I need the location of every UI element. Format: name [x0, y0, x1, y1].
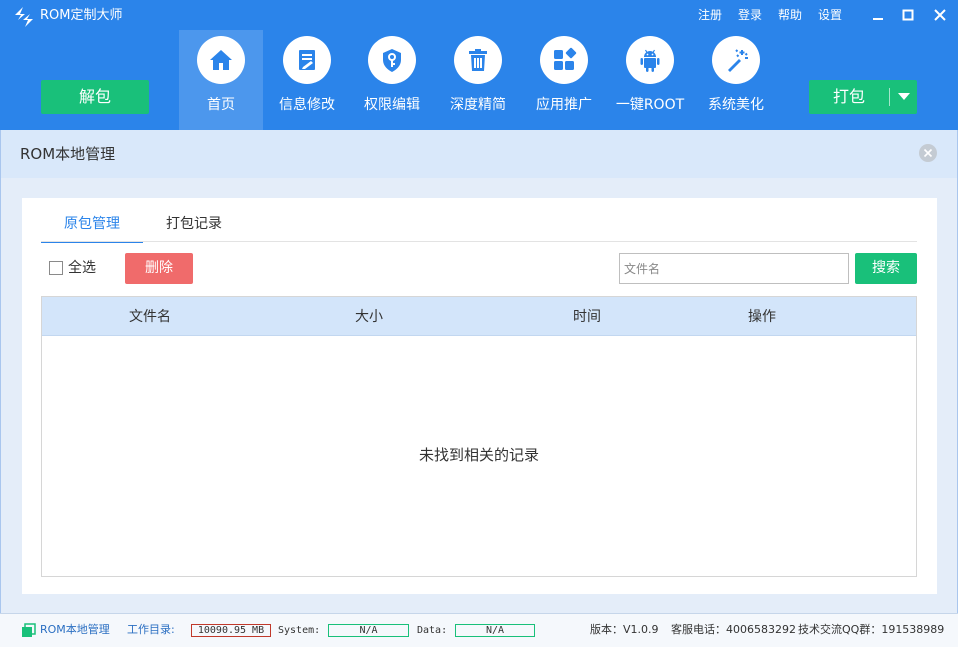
table-header: 文件名 大小 时间 操作 [42, 297, 916, 336]
magic-wand-icon [712, 36, 760, 84]
settings-link[interactable]: 设置 [818, 6, 842, 24]
section-title: ROM本地管理 [20, 145, 116, 163]
status-system-value: N/A [328, 624, 409, 637]
nav-permission-edit-label: 权限编辑 [364, 97, 420, 113]
minimize-icon [873, 18, 883, 20]
nav-deep-slim[interactable]: 深度精简 [436, 30, 520, 130]
unpack-button[interactable]: 解包 [41, 80, 149, 114]
search-input[interactable] [619, 253, 849, 284]
status-workdir-label: 工作目录: [127, 623, 175, 636]
status-version: 版本：V1.0.9 [590, 623, 659, 636]
app-title: ROM定制大师 [40, 8, 123, 23]
pack-button-label: 打包 [832, 87, 865, 106]
caret-down-icon [897, 93, 910, 100]
login-link[interactable]: 登录 [738, 6, 762, 24]
minimize-button[interactable] [868, 5, 888, 25]
nav-app-promo-label: 应用推广 [536, 97, 592, 113]
status-bar: ROM本地管理 工作目录: 10090.95 MB System: N/A Da… [0, 613, 958, 647]
column-header-size: 大小 [355, 309, 383, 325]
nav-permission-edit[interactable]: 权限编辑 [350, 30, 434, 130]
shield-key-icon [368, 36, 416, 84]
nav-one-click-root[interactable]: 一键ROOT [608, 30, 692, 130]
rom-master-logo [15, 7, 33, 27]
nav-app-promo[interactable]: 应用推广 [522, 30, 606, 130]
delete-button[interactable]: 删除 [125, 253, 193, 284]
status-service-phone: 客服电话：4006583292 [671, 623, 796, 636]
document-edit-icon [283, 36, 331, 84]
help-link[interactable]: 帮助 [778, 6, 802, 24]
trash-icon [454, 36, 502, 84]
register-link[interactable]: 注册 [698, 6, 722, 24]
nav-system-beautify-label: 系统美化 [708, 97, 764, 113]
nav-info-edit[interactable]: 信息修改 [265, 30, 349, 130]
search-button[interactable]: 搜索 [855, 253, 917, 284]
status-qq-group: 技术交流QQ群：191538989 [798, 623, 945, 636]
nav-deep-slim-label: 深度精简 [450, 97, 506, 113]
column-header-filename: 文件名 [129, 309, 171, 325]
nav-system-beautify[interactable]: 系统美化 [694, 30, 778, 130]
top-menu: 注册 登录 帮助 设置 [698, 6, 858, 24]
section-header: ROM本地管理 [0, 130, 958, 178]
column-header-actions: 操作 [748, 309, 776, 325]
nav-home[interactable]: 首页 [179, 30, 263, 130]
status-system-label: System: [278, 625, 321, 636]
file-table: 文件名 大小 时间 操作 未找到相关的记录 [41, 296, 917, 577]
status-rom-local-link[interactable]: ROM本地管理 [40, 623, 110, 637]
close-icon [934, 9, 946, 21]
maximize-button[interactable] [898, 5, 918, 25]
select-all-checkbox[interactable] [49, 261, 63, 275]
tab-pack-records[interactable]: 打包记录 [143, 214, 245, 242]
column-header-time: 时间 [573, 309, 601, 325]
pack-dropdown-toggle[interactable] [890, 80, 917, 114]
home-icon [197, 36, 245, 84]
empty-state-message: 未找到相关的记录 [418, 446, 539, 464]
main-panel: 原包管理 打包记录 全选 删除 搜索 文件名 大小 时间 操作 未找到相关的记录 [22, 198, 937, 594]
maximize-icon [902, 9, 914, 21]
select-all-label: 全选 [68, 260, 96, 276]
nav-home-label: 首页 [207, 97, 235, 113]
nav-one-click-root-label: 一键ROOT [615, 97, 685, 113]
pack-button[interactable]: 打包 [809, 80, 917, 114]
section-close-button[interactable] [919, 144, 937, 162]
status-data-label: Data: [417, 625, 448, 636]
apps-grid-icon [540, 36, 588, 84]
rom-package-icon [22, 623, 36, 637]
android-icon [626, 36, 674, 84]
tab-original-packages[interactable]: 原包管理 [41, 214, 143, 243]
nav-info-edit-label: 信息修改 [279, 97, 335, 113]
status-data-value: N/A [455, 624, 535, 637]
top-header: ROM定制大师 注册 登录 帮助 设置 解包 首页 信息修改 权限编辑 深度精简… [0, 0, 958, 130]
close-window-button[interactable] [930, 5, 950, 25]
status-workdir-value: 10090.95 MB [191, 624, 271, 637]
close-icon [923, 148, 933, 158]
tabs-divider [41, 241, 917, 242]
